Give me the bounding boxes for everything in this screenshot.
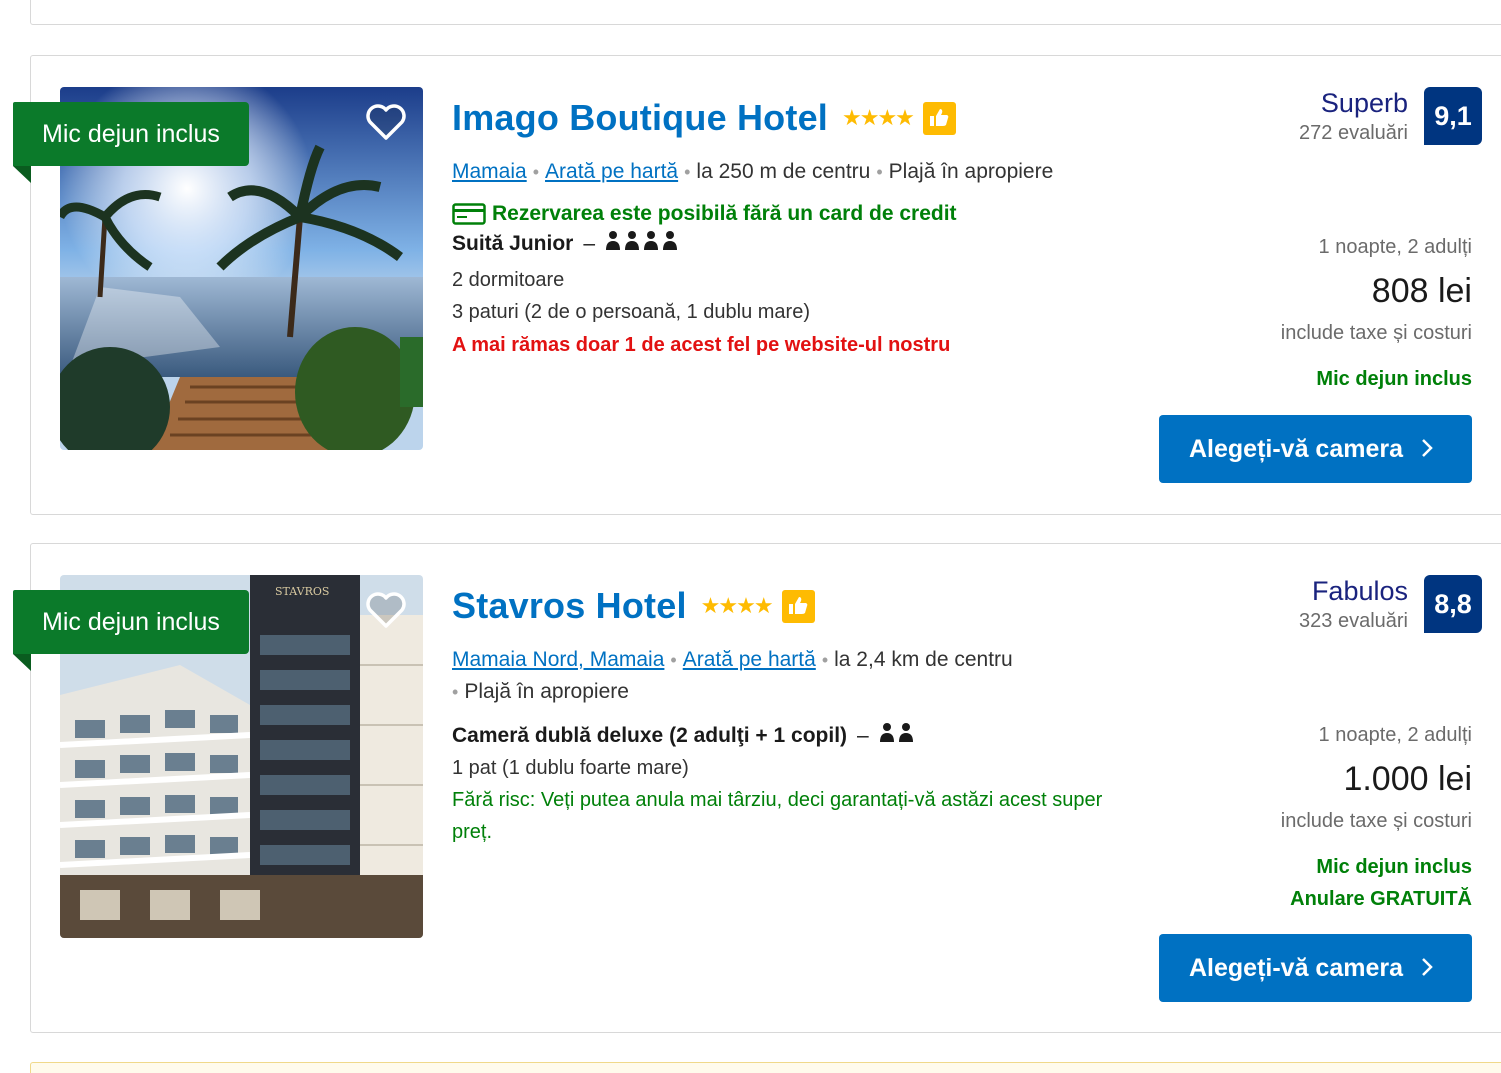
occupancy-icons — [605, 230, 679, 258]
svg-text:STAVROS: STAVROS — [275, 585, 329, 598]
hotel-info: Stavros Hotel ★★★★ Mamaia Nord, Mamaia • A… — [452, 580, 1132, 848]
map-link[interactable]: Arată pe hartă — [683, 648, 816, 671]
breakfast-badge: Mic dejun inclus — [13, 102, 249, 166]
price: 1.000 lei — [1343, 760, 1472, 798]
badge-fold — [13, 654, 31, 671]
room-type: Suită Junior – — [452, 230, 1132, 258]
beach-text: Plajă în apropiere — [888, 160, 1054, 183]
taxes-note: include taxe și costuri — [1280, 322, 1472, 344]
location-link[interactable]: Mamaia — [452, 160, 527, 183]
room-detail: 3 paturi (2 de o persoană, 1 dublu mare) — [452, 301, 810, 323]
previous-listing-card — [30, 0, 1501, 25]
perk-breakfast: Mic dejun inclus — [1316, 368, 1472, 390]
distance-text: la 250 m de centru — [696, 160, 871, 183]
perk-free-cancellation: Anulare GRATUITĂ — [1290, 888, 1472, 910]
chevron-right-icon — [1422, 958, 1433, 976]
price-block: 1 noapte, 2 adulți 1.000 lei include tax… — [1281, 719, 1472, 915]
next-listing-card — [30, 1062, 1501, 1073]
room-detail: 2 dormitoare — [452, 269, 565, 291]
review-score[interactable]: Superb 272 evaluări 9,1 — [1299, 87, 1482, 147]
location-link[interactable]: Mamaia Nord, Mamaia — [452, 648, 664, 671]
scarcity-warning: A mai rămas doar 1 de acest fel pe websi… — [452, 334, 951, 356]
room-type: Cameră dublă deluxe (2 adulţi + 1 copil)… — [452, 722, 1132, 750]
hotel-card: Mic dejun inclus Imago Boutique Hotel ★★… — [13, 55, 1501, 515]
score-badge: 9,1 — [1424, 87, 1482, 145]
breakfast-badge: Mic dejun inclus — [13, 590, 249, 654]
review-count: 272 evaluări — [1299, 122, 1408, 144]
score-badge: 8,8 — [1424, 575, 1482, 633]
price: 808 lei — [1371, 272, 1472, 310]
review-score[interactable]: Fabulos 323 evaluări 8,8 — [1299, 575, 1482, 635]
map-link[interactable]: Arată pe hartă — [545, 160, 678, 183]
credit-card-icon — [452, 203, 486, 225]
hotel-name-link[interactable]: Stavros Hotel — [452, 585, 687, 627]
score-word: Superb — [1320, 88, 1408, 118]
heart-icon[interactable] — [364, 588, 408, 632]
thumbs-up-icon — [781, 589, 815, 623]
perk-breakfast: Mic dejun inclus — [1316, 856, 1472, 878]
star-rating: ★★★★ — [700, 593, 774, 619]
beach-text: Plajă în apropiere — [464, 680, 629, 703]
room-detail: 1 pat (1 dublu foarte mare) — [452, 757, 689, 779]
choose-room-button[interactable]: Alegeți-vă camera — [1159, 934, 1472, 1002]
hotel-info: Imago Boutique Hotel ★★★★ Mamaia • Arată p… — [452, 92, 1132, 357]
badge-fold — [13, 166, 31, 183]
hotel-card: STAVROS Mic dejun inclus Stavros Hotel ★… — [13, 543, 1501, 1033]
star-rating: ★★★★ — [842, 105, 915, 131]
thumbs-up-icon — [922, 101, 956, 135]
hotel-name-link[interactable]: Imago Boutique Hotel — [452, 97, 828, 139]
stay-summary: 1 noapte, 2 adulți — [1318, 724, 1472, 746]
chevron-right-icon — [1422, 439, 1433, 457]
review-count: 323 evaluări — [1299, 610, 1408, 632]
score-word: Fabulos — [1311, 576, 1408, 606]
location-row: Mamaia • Arată pe hartă • la 250 m de centru… — [452, 160, 1054, 183]
taxes-note: include taxe și costuri — [1280, 810, 1472, 832]
occupancy-icons — [879, 722, 915, 750]
no-credit-card-note: Rezervarea este posibilă fără un card de… — [452, 202, 1132, 226]
price-block: 1 noapte, 2 adulți 808 lei include taxe … — [1281, 231, 1472, 395]
free-cancel-note: Fără risc: Veți putea anula mai târziu, … — [452, 789, 1103, 843]
heart-icon[interactable] — [364, 100, 408, 144]
choose-room-button[interactable]: Alegeți-vă camera — [1159, 415, 1472, 483]
distance-text: la 2,4 km de centru — [834, 648, 1013, 671]
stay-summary: 1 noapte, 2 adulți — [1318, 236, 1472, 258]
location-row: Mamaia Nord, Mamaia • Arată pe hartă • la 2,… — [452, 648, 1013, 703]
